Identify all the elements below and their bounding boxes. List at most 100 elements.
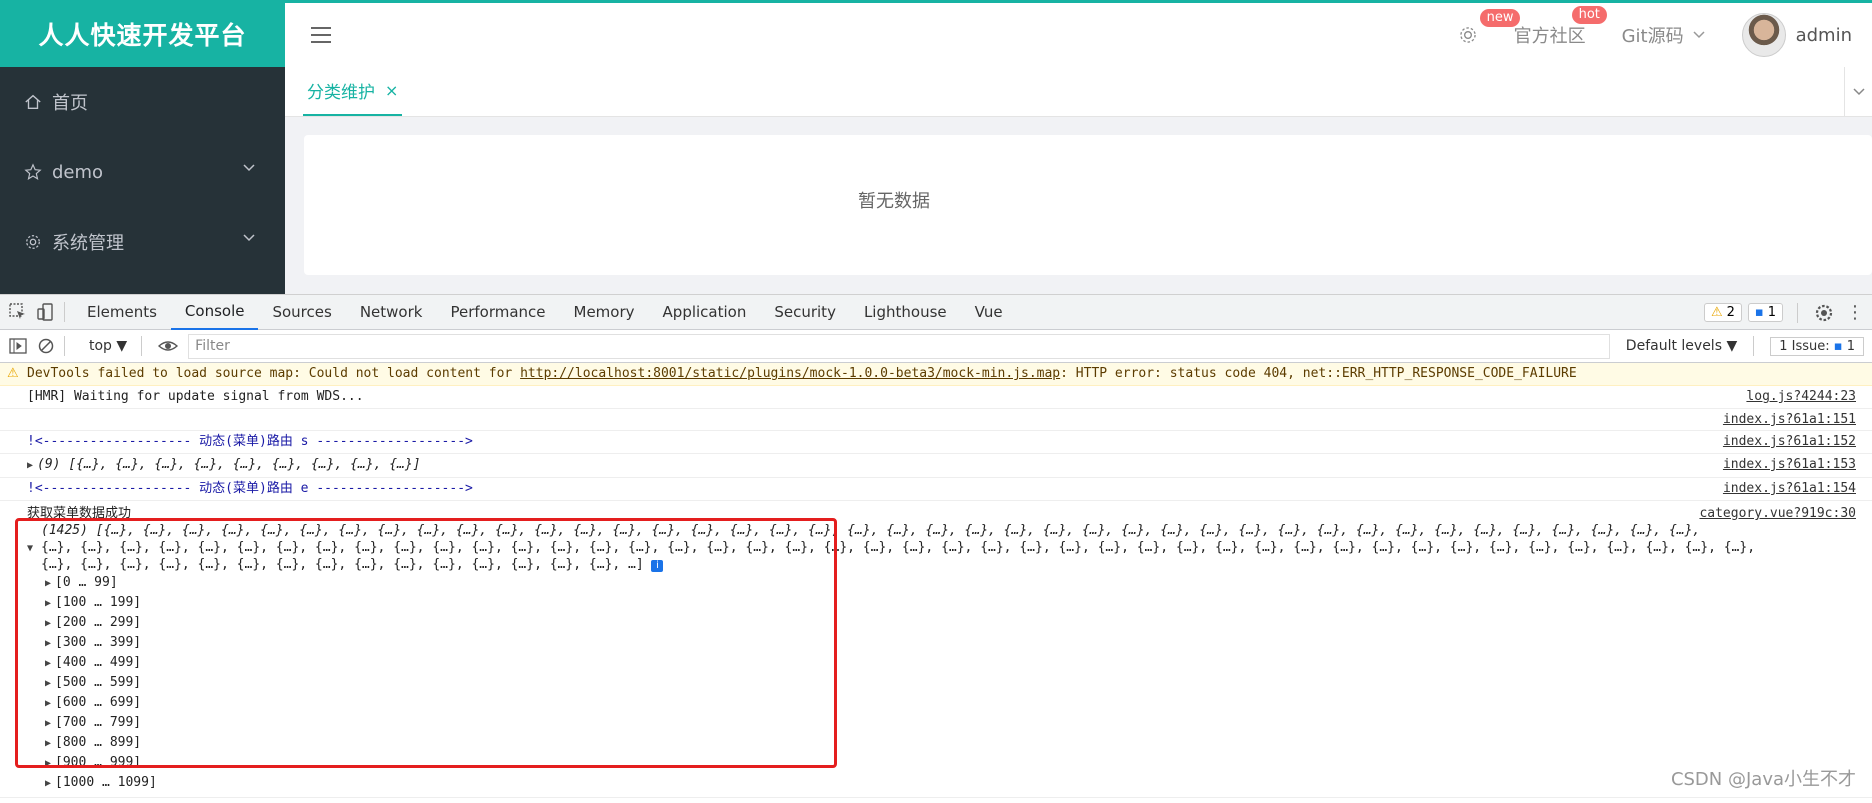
- devtools-panel: Elements Console Sources Network Perform…: [0, 294, 1872, 803]
- source-link[interactable]: index.js?61a1:152: [1717, 435, 1856, 449]
- array-range[interactable]: ▶ [800 … 899]: [27, 733, 1872, 753]
- top-nav: new 官方社区 hot Git源码 admin: [285, 0, 1872, 67]
- tab-sources[interactable]: Sources: [258, 295, 345, 330]
- issues-button[interactable]: 1 Issue: ▪ 1: [1770, 336, 1864, 356]
- console-row: ▶ (9) [{…}, {…}, {…}, {…}, {…}, {…}, {…},…: [0, 454, 1872, 478]
- expand-triangle-icon: ▶: [45, 598, 52, 609]
- array-preview[interactable]: ▼ (1425) [{…}, {…}, {…}, {…}, {…}, {…}, …: [27, 522, 1872, 573]
- git-source-dropdown[interactable]: Git源码: [1622, 22, 1706, 48]
- gear-icon: [1459, 27, 1476, 43]
- more-options-icon[interactable]: ⋮: [1846, 302, 1864, 323]
- sidebar-toggle-icon[interactable]: [8, 336, 28, 356]
- array-range[interactable]: ▶ [1000 … 1099]: [27, 773, 1872, 793]
- tab-vue[interactable]: Vue: [961, 295, 1017, 330]
- tab-console[interactable]: Console: [170, 295, 259, 330]
- expanded-triangle-icon[interactable]: ▼: [27, 540, 33, 557]
- expand-triangle-icon: ▶: [45, 678, 52, 689]
- sidebar-item-system[interactable]: 系统管理: [0, 207, 285, 277]
- range-label: [300 … 399]: [55, 635, 142, 650]
- home-icon: [25, 94, 41, 109]
- sidebar-item-demo[interactable]: demo: [0, 137, 285, 207]
- range-label: [400 … 499]: [55, 655, 142, 670]
- console-row: !<------------------- 动态(菜单)路由 s -------…: [0, 431, 1872, 454]
- git-label: Git源码: [1621, 26, 1684, 47]
- array-range[interactable]: ▶ [900 … 999]: [27, 753, 1872, 773]
- clear-console-icon[interactable]: [36, 336, 56, 356]
- console-warning: ⚠ DevTools failed to load source map: Co…: [0, 363, 1872, 386]
- log-levels-dropdown[interactable]: Default levels ▼: [1618, 338, 1745, 354]
- empty-state-text: 暂无数据: [858, 191, 930, 212]
- array-line: {…}, {…}, {…}, {…}, {…}, {…}, {…}, {…}, …: [41, 557, 644, 572]
- array-line: {…}, {…}, {…}, {…}, {…}, {…}, {…}, {…}, …: [41, 540, 1756, 555]
- device-toolbar-icon[interactable]: [36, 302, 56, 322]
- array-range[interactable]: ▶ [500 … 599]: [27, 673, 1872, 693]
- tab-memory[interactable]: Memory: [560, 295, 649, 330]
- eye-icon[interactable]: [158, 336, 179, 356]
- tab-elements[interactable]: Elements: [73, 295, 171, 330]
- sidebar-item-home[interactable]: 首页: [0, 67, 285, 137]
- log-array[interactable]: (9) [{…}, {…}, {…}, {…}, {…}, {…}, {…}, …: [37, 457, 421, 472]
- tab-category[interactable]: 分类维护 ×: [303, 67, 403, 116]
- source-link[interactable]: index.js?61a1:154: [1717, 482, 1856, 496]
- console-row: index.js?61a1:151: [0, 409, 1872, 431]
- log-text: 获取菜单数据成功: [27, 506, 132, 521]
- chevron-down-icon: [1852, 88, 1865, 96]
- array-range[interactable]: ▶ [600 … 699]: [27, 693, 1872, 713]
- source-link[interactable]: index.js?61a1:151: [1717, 413, 1856, 427]
- app-area: 人人快速开发平台 new 官方社区 hot Git源码 admin 首页 dem…: [0, 0, 1872, 294]
- star-icon: [24, 163, 42, 180]
- warnings-counter[interactable]: ⚠ 2: [1703, 303, 1742, 322]
- tabs-menu-button[interactable]: [1844, 67, 1872, 117]
- tab-application[interactable]: Application: [649, 295, 761, 330]
- range-label: [800 … 899]: [55, 735, 142, 750]
- array-range[interactable]: ▶ [200 … 299]: [27, 613, 1872, 633]
- settings-button[interactable]: new: [1458, 9, 1521, 45]
- tab-performance[interactable]: Performance: [436, 295, 559, 330]
- array-range[interactable]: ▶ [700 … 799]: [27, 713, 1872, 733]
- close-icon[interactable]: ×: [385, 81, 398, 100]
- log-text: [HMR] Waiting for update signal from WDS…: [27, 389, 364, 404]
- range-list: ▶ [0 … 99] ▶ [100 … 199] ▶ [200 … 299] ▶ [30…: [27, 573, 1872, 793]
- context-selector[interactable]: top ▼: [83, 338, 133, 354]
- gear-icon[interactable]: [1814, 303, 1834, 323]
- array-line: (1425) [{…}, {…}, {…}, {…}, {…}, {…}, {……: [41, 523, 1701, 538]
- range-label: [200 … 299]: [55, 615, 142, 630]
- tab-lighthouse[interactable]: Lighthouse: [850, 295, 961, 330]
- sidebar: 首页 demo 系统管理: [0, 67, 285, 294]
- tab-security[interactable]: Security: [760, 295, 850, 330]
- user-name[interactable]: admin: [1796, 25, 1852, 46]
- menu-toggle-icon[interactable]: [311, 27, 331, 43]
- warning-icon: ⚠: [1710, 305, 1723, 320]
- console-row: !<------------------- 动态(菜单)路由 e -------…: [0, 478, 1872, 501]
- sourcemap-link[interactable]: http://localhost:8001/static/plugins/moc…: [520, 366, 1060, 381]
- message-icon: ▪: [1754, 305, 1764, 320]
- array-range[interactable]: ▶ [300 … 399]: [27, 633, 1872, 653]
- filter-input[interactable]: Filter: [188, 333, 1610, 359]
- sidebar-item-label: 系统管理: [52, 233, 124, 254]
- issues-count: 1: [1846, 338, 1855, 354]
- expand-triangle-icon[interactable]: ▶: [27, 459, 33, 473]
- source-link[interactable]: index.js?61a1:153: [1717, 458, 1856, 472]
- source-link[interactable]: log.js?4244:23: [1740, 390, 1856, 404]
- sidebar-item-label: 首页: [52, 93, 88, 114]
- array-range[interactable]: ▶ [0 … 99]: [27, 573, 1872, 593]
- watermark: CSDN @Java小生不才: [1670, 769, 1856, 790]
- app-logo[interactable]: 人人快速开发平台: [0, 0, 285, 67]
- inspect-element-icon[interactable]: [8, 302, 28, 322]
- community-label: 官方社区: [1513, 26, 1586, 47]
- source-link[interactable]: category.vue?919c:30: [1693, 505, 1856, 522]
- array-range[interactable]: ▶ [400 … 499]: [27, 653, 1872, 673]
- expand-triangle-icon: ▶: [45, 578, 52, 589]
- messages-counter[interactable]: ▪ 1: [1747, 303, 1783, 322]
- range-label: [600 … 699]: [55, 695, 142, 710]
- array-range[interactable]: ▶ [100 … 199]: [27, 593, 1872, 613]
- chevron-down-icon: [243, 234, 255, 242]
- tab-network[interactable]: Network: [346, 295, 437, 330]
- levels-label: Default levels: [1625, 338, 1722, 354]
- message-icon: ▪: [1833, 338, 1843, 354]
- warning-icon: ⚠: [7, 366, 19, 381]
- community-link[interactable]: 官方社区 hot: [1513, 6, 1607, 48]
- info-icon[interactable]: i: [651, 560, 664, 572]
- chevron-down-icon: [1693, 31, 1705, 39]
- avatar[interactable]: [1741, 13, 1786, 57]
